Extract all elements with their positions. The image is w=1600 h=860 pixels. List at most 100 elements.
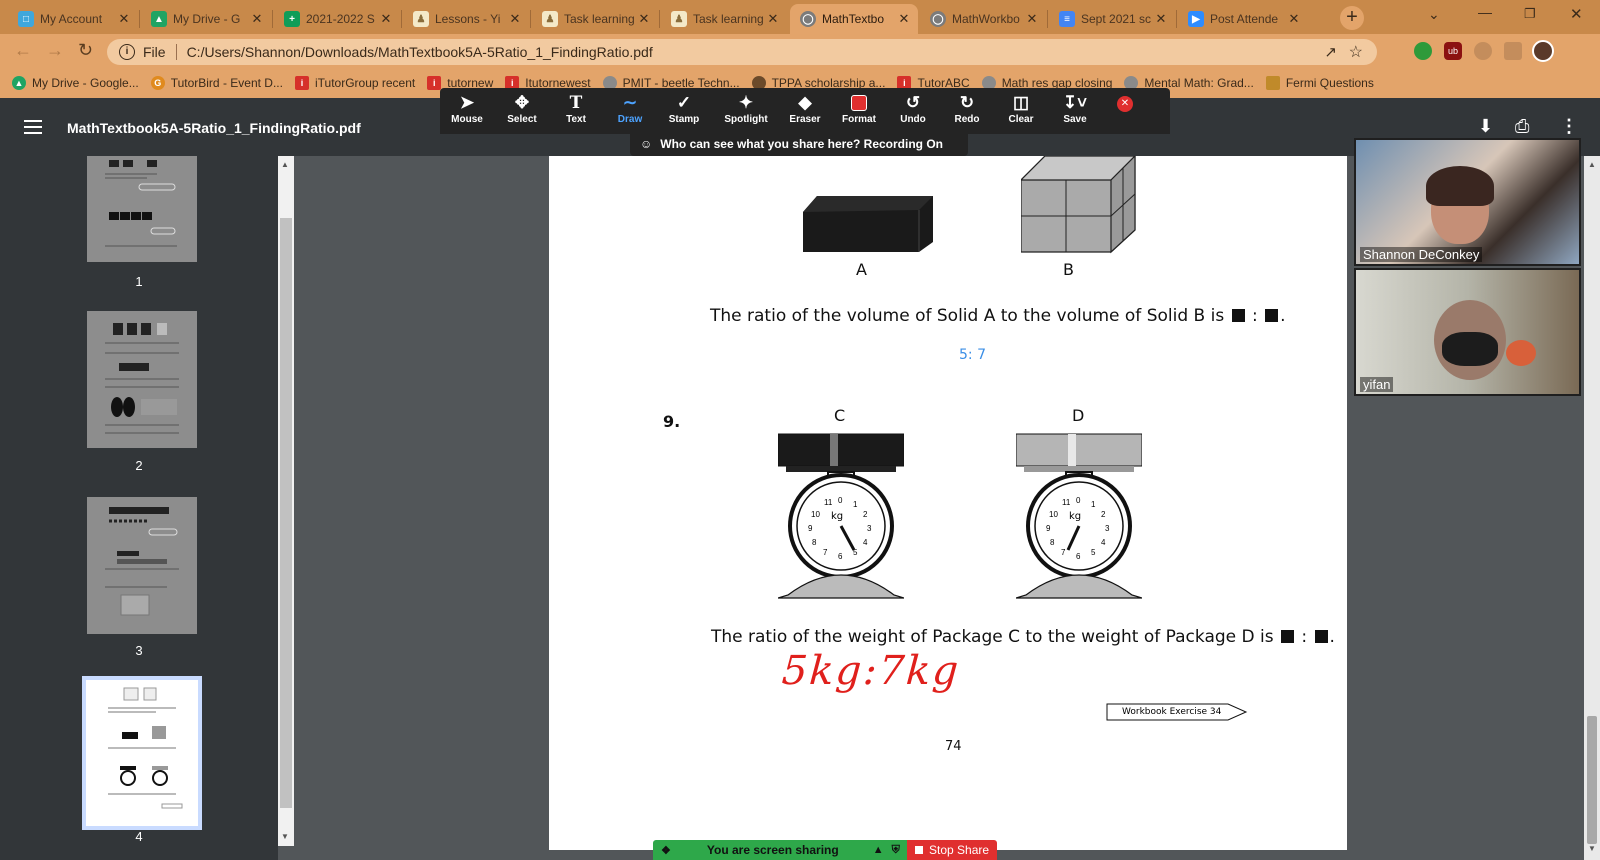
new-tab-button[interactable]: + <box>1340 6 1364 30</box>
tab-mathtextbook[interactable]: ◯ MathTextbo ✕ <box>790 4 918 34</box>
thumbnail-sidebar: 1 2 3 4 <box>0 156 278 860</box>
bookmark-item[interactable]: G TutorBird - Event D... <box>150 76 283 90</box>
tool-undo[interactable]: ↺ Undo <box>886 92 940 132</box>
forward-icon[interactable]: → <box>46 40 64 61</box>
page-number: 74 <box>945 739 962 754</box>
close-icon[interactable]: ✕ <box>249 11 265 27</box>
tool-text[interactable]: T Text <box>549 92 603 132</box>
sidebar-scrollbar[interactable]: ▲ ▼ <box>278 156 294 846</box>
video-tile-yifan[interactable]: yifan <box>1354 268 1581 396</box>
drive-icon: ▲ <box>151 11 167 27</box>
close-icon[interactable]: ✕ <box>1024 11 1040 27</box>
download-icon[interactable]: ⬇ <box>1478 116 1493 137</box>
address-bar[interactable]: i File C:/Users/Shannon/Downloads/MathTe… <box>107 39 1377 65</box>
trash-icon: ◫ <box>1012 93 1030 112</box>
tab-mathworkbook[interactable]: ◯ MathWorkbo ✕ <box>920 4 1046 34</box>
close-icon[interactable]: ✕ <box>116 11 132 27</box>
tool-stamp[interactable]: ✓ Stamp <box>657 92 711 132</box>
tab-search-icon[interactable]: ⌄ <box>1428 6 1440 23</box>
tab-my-account[interactable]: □ My Account ✕ <box>8 4 138 34</box>
tutorbird-icon: G <box>150 76 165 90</box>
close-icon[interactable]: ✕ <box>896 11 912 27</box>
info-icon[interactable]: i <box>119 44 135 60</box>
main-scrollbar[interactable]: ▲ ▼ <box>1584 156 1600 860</box>
tool-select[interactable]: ✥ Select <box>495 92 549 132</box>
browser-toolbar: ← → ↻ i File C:/Users/Shannon/Downloads/… <box>0 34 1600 68</box>
globe-icon: ◯ <box>800 11 816 27</box>
tab-my-drive[interactable]: ▲ My Drive - G ✕ <box>141 4 271 34</box>
drive-icon: ▲ <box>12 76 26 90</box>
tool-save[interactable]: ↧˅ Save <box>1048 92 1102 132</box>
fermi-icon <box>1265 76 1280 90</box>
ublock-icon[interactable]: ub <box>1444 42 1462 60</box>
tab-lessons[interactable]: ♟ Lessons - Yi ✕ <box>403 4 529 34</box>
pdf-page: A B The ratio of the volume of Solid A t… <box>549 156 1347 850</box>
close-annotation-button[interactable]: ✕ <box>1117 96 1133 112</box>
minimize-icon[interactable]: — <box>1478 4 1492 20</box>
puzzle-icon[interactable] <box>1504 42 1522 60</box>
bookmark-item[interactable]: ▲ My Drive - Google... <box>12 76 139 90</box>
scale-d-figure: kg 11 0 1 2 3 4 5 6 7 8 9 10 <box>1016 430 1142 602</box>
bookmark-item[interactable]: i iTutorGroup recent <box>294 76 415 90</box>
scroll-thumb[interactable] <box>1587 716 1597 844</box>
tool-clear[interactable]: ◫ Clear <box>994 92 1048 132</box>
page-thumbnail-3[interactable] <box>87 497 197 634</box>
video-tile-shannon[interactable]: Shannon DeConkey <box>1354 138 1581 266</box>
back-icon[interactable]: ← <box>14 40 32 61</box>
close-icon[interactable]: ✕ <box>378 11 394 27</box>
close-icon[interactable]: ✕ <box>507 11 523 27</box>
stop-icon <box>915 846 923 854</box>
tab-task-learning-1[interactable]: ♟ Task learning ✕ <box>532 4 658 34</box>
tab-strip: □ My Account ✕ ▲ My Drive - G ✕ + 2021-2… <box>0 0 1600 34</box>
print-icon[interactable]: ⎙ <box>1515 116 1529 137</box>
share-icon[interactable]: ↗ <box>1324 43 1337 61</box>
text-icon: T <box>569 93 583 113</box>
extension-icon[interactable] <box>1474 42 1492 60</box>
itutor-icon: i <box>294 76 309 90</box>
tool-mouse[interactable]: ➤ Mouse <box>440 92 494 132</box>
stop-share-button[interactable]: Stop Share <box>907 840 997 860</box>
tool-redo[interactable]: ↻ Redo <box>940 92 994 132</box>
window-close-icon[interactable]: ✕ <box>1570 5 1583 23</box>
more-options-icon[interactable]: ⋮ <box>1560 116 1578 137</box>
scroll-thumb[interactable] <box>280 218 292 808</box>
page-thumbnail-1[interactable] <box>87 156 197 262</box>
bookmark-item[interactable]: Fermi Questions <box>1265 76 1374 90</box>
answer-box <box>1265 309 1279 322</box>
tab-task-learning-2[interactable]: ♟ Task learning ✕ <box>661 4 787 34</box>
close-icon[interactable]: ✕ <box>765 11 781 27</box>
extension-icon[interactable] <box>1414 42 1432 60</box>
reload-icon[interactable]: ↻ <box>78 40 93 61</box>
menu-icon[interactable] <box>24 120 42 134</box>
answer-box <box>1231 309 1245 322</box>
recording-notice[interactable]: ☺ Who can see what you share here? Recor… <box>630 132 968 156</box>
page-thumbnail-4[interactable] <box>82 676 202 830</box>
drag-icon[interactable]: ❖ <box>661 844 671 857</box>
package-c-label: C <box>834 406 846 425</box>
tab-post-attendee[interactable]: ▶ Post Attende ✕ <box>1178 4 1308 34</box>
tutor-icon: ♟ <box>671 11 687 27</box>
tool-spotlight[interactable]: ✦ Spotlight <box>716 92 776 132</box>
docs-icon: ≡ <box>1059 11 1075 27</box>
page-thumbnail-2[interactable] <box>87 311 197 448</box>
close-icon[interactable]: ✕ <box>1286 11 1302 27</box>
tool-format[interactable]: Format <box>832 92 886 132</box>
close-icon[interactable]: ✕ <box>1153 11 1169 27</box>
mask <box>1442 332 1498 366</box>
star-icon[interactable]: ☆ <box>1349 42 1363 62</box>
sharing-status[interactable]: ❖ You are screen sharing ▲ ⛨ <box>653 840 907 860</box>
tab-sheets[interactable]: + 2021-2022 S ✕ <box>274 4 400 34</box>
tab-sept-2021[interactable]: ≡ Sept 2021 sc ✕ <box>1049 4 1175 34</box>
pdf-filename: MathTextbook5A-5Ratio_1_FindingRatio.pdf <box>67 120 361 136</box>
participant-name: yifan <box>1360 377 1394 392</box>
tool-eraser[interactable]: ◆ Eraser <box>778 92 832 132</box>
thumbnail-preview <box>86 680 198 826</box>
move-icon: ✥ <box>514 93 530 112</box>
restore-icon[interactable]: ❐ <box>1524 6 1536 22</box>
close-icon[interactable]: ✕ <box>636 11 652 27</box>
tool-draw[interactable]: ∼ Draw <box>603 92 657 132</box>
tutor-icon: ♟ <box>542 11 558 27</box>
avatar[interactable] <box>1532 40 1554 62</box>
url-text: C:/Users/Shannon/Downloads/MathTextbook5… <box>186 44 653 60</box>
people-icon: ☺ <box>640 137 653 151</box>
